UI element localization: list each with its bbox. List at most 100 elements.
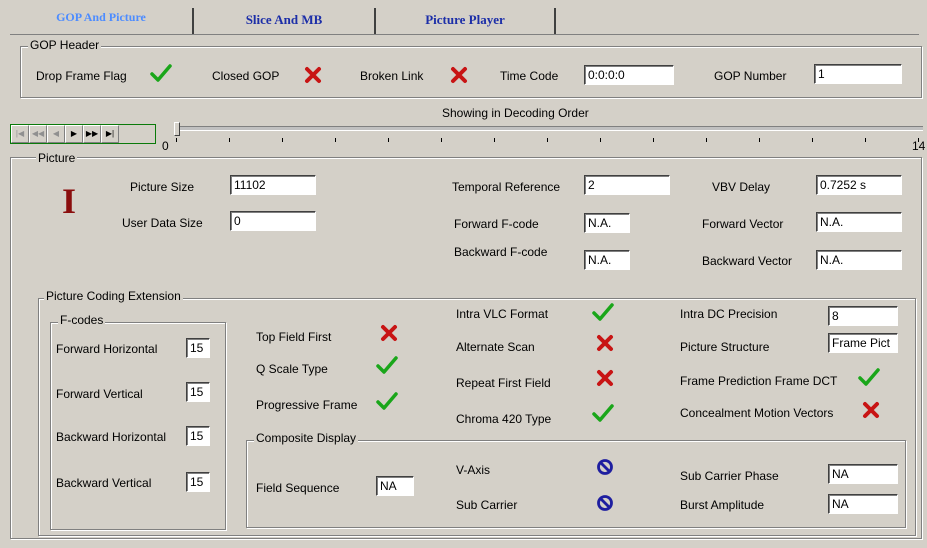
- picture-type-indicator: I: [62, 181, 77, 221]
- check-icon: [592, 302, 614, 322]
- forward-vector-field[interactable]: N.A.: [816, 212, 902, 232]
- forward-horizontal-label: Forward Horizontal: [56, 342, 158, 356]
- slider-tick: [282, 138, 283, 142]
- check-icon: [376, 355, 398, 375]
- check-icon: [858, 367, 880, 387]
- intra-dc-precision-label: Intra DC Precision: [680, 307, 778, 321]
- picture-title: Picture: [36, 151, 78, 165]
- backward-fcode-label: Backward F-code: [454, 245, 548, 259]
- frame-slider-track[interactable]: [175, 126, 923, 131]
- top-field-first-label: Top Field First: [256, 330, 332, 344]
- user-data-size-field[interactable]: 0: [230, 211, 316, 231]
- slider-tick: [335, 138, 336, 142]
- slider-tick: [600, 138, 601, 142]
- slider-tick: [759, 138, 760, 142]
- frame-slider-thumb[interactable]: [174, 122, 180, 136]
- progressive-frame-label: Progressive Frame: [256, 398, 358, 412]
- cross-icon: [596, 334, 614, 352]
- drop-frame-flag-label: Drop Frame Flag: [36, 69, 127, 83]
- burst-amplitude-field[interactable]: NA: [828, 494, 898, 514]
- q-scale-type-label: Q Scale Type: [256, 362, 328, 376]
- check-icon: [150, 63, 172, 83]
- broken-link-label: Broken Link: [360, 69, 424, 83]
- user-data-size-label: User Data Size: [122, 216, 203, 230]
- slider-max-label: 14: [912, 139, 926, 153]
- cross-icon: [304, 66, 322, 84]
- slider-tick: [494, 138, 495, 142]
- backward-vector-label: Backward Vector: [702, 254, 793, 268]
- gop-number-field[interactable]: 1: [814, 64, 902, 84]
- sub-carrier-label: Sub Carrier: [456, 498, 518, 512]
- composite-display-group: [246, 440, 906, 528]
- step-back-button[interactable]: ◀: [47, 125, 65, 143]
- repeat-first-field-label: Repeat First Field: [456, 376, 551, 390]
- intra-vlc-format-label: Intra VLC Format: [456, 307, 549, 321]
- forward-fcode-field[interactable]: N.A.: [584, 213, 630, 233]
- rewind-button[interactable]: ◀◀: [29, 125, 47, 143]
- vbv-delay-label: VBV Delay: [712, 180, 771, 194]
- cross-icon: [862, 401, 880, 419]
- slider-tick: [865, 138, 866, 142]
- fast-forward-button[interactable]: ▶▶: [83, 125, 101, 143]
- closed-gop-label: Closed GOP: [212, 69, 280, 83]
- picture-structure-label: Picture Structure: [680, 340, 770, 354]
- slider-tick: [229, 138, 230, 142]
- v-axis-label: V-Axis: [456, 463, 491, 477]
- first-frame-button[interactable]: |◀: [11, 125, 29, 143]
- vbv-delay-field[interactable]: 0.7252 s: [816, 175, 902, 195]
- slider-tick: [547, 138, 548, 142]
- cross-icon: [380, 324, 398, 342]
- temporal-reference-label: Temporal Reference: [452, 180, 561, 194]
- cross-icon: [450, 66, 468, 84]
- picture-structure-field[interactable]: Frame Pict: [828, 333, 898, 353]
- tab-gop-and-picture[interactable]: GOP And Picture: [10, 8, 194, 34]
- forward-vector-label: Forward Vector: [702, 217, 784, 231]
- time-code-field[interactable]: 0:0:0:0: [584, 65, 674, 85]
- time-code-label: Time Code: [500, 69, 559, 83]
- decoding-order-label: Showing in Decoding Order: [442, 106, 589, 120]
- backward-horizontal-label: Backward Horizontal: [56, 430, 167, 444]
- backward-fcode-field[interactable]: N.A.: [584, 250, 630, 270]
- picture-size-field[interactable]: 11102: [230, 175, 316, 195]
- pce-title: Picture Coding Extension: [44, 289, 183, 303]
- backward-vertical-label: Backward Vertical: [56, 476, 152, 490]
- slider-tick: [441, 138, 442, 142]
- tab-picture-player[interactable]: Picture Player: [376, 8, 556, 34]
- play-button[interactable]: ▶: [65, 125, 83, 143]
- backward-horizontal-field[interactable]: 15: [186, 426, 210, 446]
- sub-carrier-phase-label: Sub Carrier Phase: [680, 469, 779, 483]
- intra-dc-precision-field[interactable]: 8: [828, 306, 898, 326]
- forward-horizontal-field[interactable]: 15: [186, 338, 210, 358]
- slider-tick: [653, 138, 654, 142]
- composite-display-title: Composite Display: [254, 431, 359, 445]
- field-sequence-label: Field Sequence: [256, 481, 340, 495]
- backward-vector-field[interactable]: N.A.: [816, 250, 902, 270]
- picture-size-label: Picture Size: [130, 180, 195, 194]
- alternate-scan-label: Alternate Scan: [456, 340, 535, 354]
- fcodes-title: F-codes: [58, 313, 106, 327]
- not-applicable-icon: [596, 458, 614, 476]
- forward-vertical-label: Forward Vertical: [56, 387, 143, 401]
- slider-tick: [706, 138, 707, 142]
- check-icon: [592, 403, 614, 423]
- concealment-motion-vectors-label: Concealment Motion Vectors: [680, 406, 834, 420]
- slider-tick: [176, 138, 177, 142]
- slider-tick: [812, 138, 813, 142]
- forward-fcode-label: Forward F-code: [454, 217, 539, 231]
- temporal-reference-field[interactable]: 2: [584, 175, 670, 195]
- check-icon: [376, 391, 398, 411]
- slider-tick: [388, 138, 389, 142]
- tab-divider: [10, 34, 919, 35]
- field-sequence-field[interactable]: NA: [376, 476, 414, 496]
- chroma-420-type-label: Chroma 420 Type: [456, 412, 552, 426]
- gop-number-label: GOP Number: [714, 69, 787, 83]
- backward-vertical-field[interactable]: 15: [186, 472, 210, 492]
- frame-pred-frame-dct-label: Frame Prediction Frame DCT: [680, 374, 838, 388]
- sub-carrier-phase-field[interactable]: NA: [828, 464, 898, 484]
- burst-amplitude-label: Burst Amplitude: [680, 498, 765, 512]
- player-controls: |◀ ◀◀ ◀ ▶ ▶▶ ▶|: [10, 124, 156, 144]
- slider-min-label: 0: [162, 139, 169, 153]
- forward-vertical-field[interactable]: 15: [186, 382, 210, 402]
- tab-slice-and-mb[interactable]: Slice And MB: [194, 8, 376, 34]
- last-frame-button[interactable]: ▶|: [101, 125, 119, 143]
